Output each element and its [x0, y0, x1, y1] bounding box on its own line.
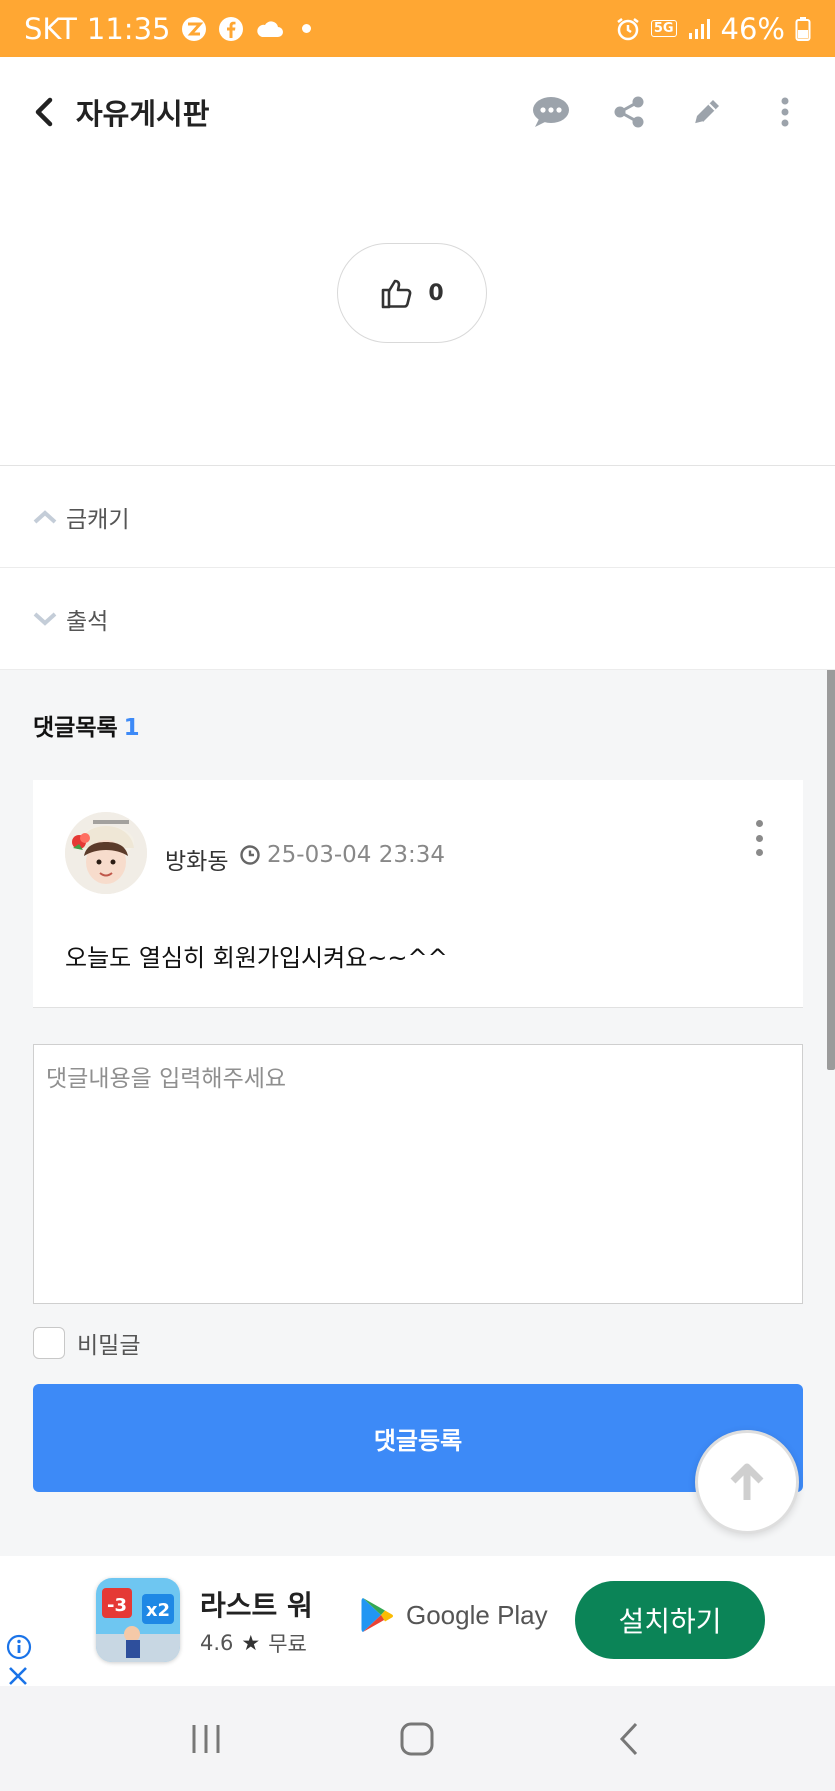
ad-rating-row: 4.6 ★ 무료: [200, 1628, 307, 1658]
prev-post-link[interactable]: 금캐기: [0, 466, 835, 568]
status-bar-right: 5G 46%: [615, 12, 811, 46]
avatar[interactable]: [65, 812, 147, 894]
comment-meta: 25-03-04 23:34: [239, 842, 445, 868]
comment-item: 방화동 25-03-04 23:34 오늘도 열심히 회원가입시켜요~~^^: [33, 780, 803, 1008]
status-bar-left: SKT 11:35: [24, 11, 312, 46]
ad-app-icon[interactable]: -3 x2: [96, 1578, 180, 1662]
submit-comment-button[interactable]: 댓글등록: [33, 1384, 803, 1492]
zum-icon: [180, 15, 208, 43]
clock: 11:35: [86, 11, 171, 46]
recent-apps-button[interactable]: [176, 1709, 236, 1769]
back-button[interactable]: [30, 96, 58, 128]
next-post-link[interactable]: 출석: [0, 568, 835, 670]
clock-icon: [240, 845, 260, 865]
comment-datetime: 25-03-04 23:34: [267, 842, 445, 868]
edit-button[interactable]: [687, 92, 727, 132]
edit-icon: [694, 100, 719, 125]
comment-heading-label: 댓글목록: [33, 715, 118, 741]
ad-icon-badge-minus: -3: [107, 1595, 127, 1616]
chevron-up-icon: [32, 508, 58, 526]
secret-option[interactable]: 비밀글: [33, 1326, 140, 1360]
google-play-label: Google Play: [406, 1599, 548, 1630]
arrow-up-icon: [730, 1463, 764, 1500]
install-button[interactable]: 설치하기: [575, 1581, 765, 1659]
comment-icon: [533, 97, 569, 127]
comment-button[interactable]: [531, 92, 571, 132]
recent-apps-icon: [192, 1724, 220, 1753]
notification-dot: [302, 24, 312, 33]
comment-list-heading: 댓글목록 1: [33, 708, 140, 742]
app-bar: 자유게시판: [0, 57, 835, 167]
share-button[interactable]: [609, 92, 649, 132]
chevron-down-icon: [32, 610, 58, 628]
google-play-badge[interactable]: Google Play: [360, 1596, 548, 1634]
more-vertical-icon: [781, 97, 789, 127]
comment-more-icon[interactable]: [749, 820, 769, 856]
ad-banner[interactable]: -3 x2 라스트 워 4.6 ★ 무료 Google Play 설치하기: [0, 1556, 835, 1686]
scroll-to-top-button[interactable]: [695, 1430, 799, 1534]
more-button[interactable]: [765, 92, 805, 132]
chevron-left-icon: [35, 97, 53, 127]
ad-icon-badge-multiplier: x2: [146, 1600, 170, 1621]
header-actions: [531, 92, 805, 132]
network-type-badge: 5G: [650, 20, 677, 37]
back-arrow-icon: [620, 1722, 638, 1755]
ad-info-icon[interactable]: [6, 1634, 32, 1664]
system-nav-bar: [0, 1686, 835, 1791]
thumbs-up-icon: [382, 279, 412, 309]
prev-post-title: 금캐기: [66, 506, 130, 533]
signal-icon: [687, 17, 711, 41]
comment-count: 1: [123, 715, 140, 741]
ad-rating: 4.6: [200, 1631, 234, 1655]
google-play-icon: [361, 1598, 394, 1632]
share-icon: [614, 96, 644, 128]
secret-label: 비밀글: [77, 1333, 141, 1359]
ad-app-name[interactable]: 라스트 워: [200, 1584, 313, 1624]
system-back-button[interactable]: [599, 1709, 659, 1769]
status-bar: SKT 11:35 5G 46%: [0, 0, 835, 57]
alarm-icon: [615, 16, 641, 42]
comment-author[interactable]: 방화동: [165, 842, 228, 876]
cloud-icon: [254, 18, 284, 40]
page-title: 자유게시판: [76, 97, 210, 131]
comment-text: 오늘도 열심히 회원가입시켜요~~^^: [65, 944, 448, 972]
like-count: 0: [428, 280, 444, 306]
post-navigation: 금캐기 출석: [0, 465, 835, 670]
next-post-title: 출석: [66, 608, 109, 635]
home-button[interactable]: [387, 1709, 447, 1769]
battery-percent: 46%: [720, 11, 785, 46]
star-icon: ★: [241, 1631, 261, 1655]
facebook-icon: [218, 16, 244, 42]
comment-input[interactable]: [33, 1044, 803, 1304]
carrier-label: SKT: [24, 11, 77, 46]
battery-icon: [795, 16, 811, 42]
secret-checkbox[interactable]: [33, 1327, 65, 1359]
like-button[interactable]: 0: [337, 243, 487, 343]
ad-price: 무료: [268, 1632, 307, 1656]
like-area: 0: [0, 167, 835, 465]
home-icon: [400, 1722, 434, 1755]
